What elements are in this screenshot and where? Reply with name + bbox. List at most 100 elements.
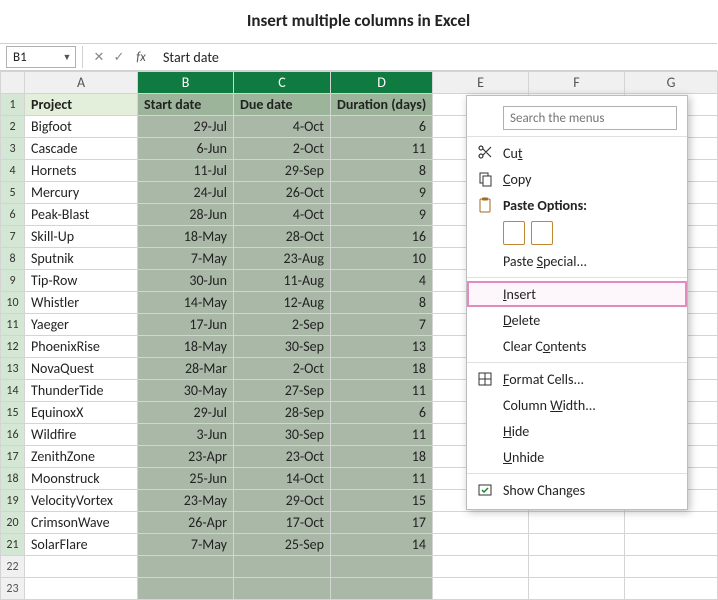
menu-column-width[interactable]: Column Width... xyxy=(467,392,687,418)
cell[interactable]: 25-Jun xyxy=(138,468,234,490)
cell[interactable] xyxy=(234,578,331,600)
cell[interactable]: VelocityVortex xyxy=(25,490,138,512)
cell[interactable]: 7 xyxy=(331,314,433,336)
cell[interactable] xyxy=(529,534,625,556)
cell[interactable]: 6 xyxy=(331,116,433,138)
cell[interactable]: 6 xyxy=(331,402,433,424)
row-header[interactable]: 13 xyxy=(1,358,25,380)
menu-format-cells[interactable]: Format Cells... xyxy=(467,366,687,392)
cell[interactable]: 9 xyxy=(331,204,433,226)
paste-keep-source-icon[interactable] xyxy=(531,221,553,245)
row-header[interactable]: 8 xyxy=(1,248,25,270)
row-header[interactable]: 11 xyxy=(1,314,25,336)
menu-cut[interactable]: Cut xyxy=(467,140,687,166)
cell[interactable] xyxy=(625,578,718,600)
row-header[interactable]: 7 xyxy=(1,226,25,248)
cell[interactable] xyxy=(25,556,138,578)
cell[interactable] xyxy=(529,578,625,600)
cell[interactable] xyxy=(625,534,718,556)
row-header[interactable]: 19 xyxy=(1,490,25,512)
cell[interactable]: SolarFlare xyxy=(25,534,138,556)
cell[interactable]: 26-Apr xyxy=(138,512,234,534)
row-header[interactable]: 2 xyxy=(1,116,25,138)
cell[interactable]: ThunderTide xyxy=(25,380,138,402)
row-header[interactable]: 12 xyxy=(1,336,25,358)
row-header[interactable]: 1 xyxy=(1,94,25,116)
cell[interactable]: 12-Aug xyxy=(234,292,331,314)
cell[interactable]: 26-Oct xyxy=(234,182,331,204)
menu-unhide[interactable]: Unhide xyxy=(467,444,687,470)
row-header[interactable]: 15 xyxy=(1,402,25,424)
cell[interactable]: 18 xyxy=(331,358,433,380)
row-header[interactable]: 17 xyxy=(1,446,25,468)
cell[interactable]: 30-Sep xyxy=(234,336,331,358)
cell[interactable] xyxy=(331,578,433,600)
cell[interactable]: 2-Oct xyxy=(234,358,331,380)
cell[interactable]: Bigfoot xyxy=(25,116,138,138)
cell[interactable]: Project xyxy=(25,94,138,116)
row-header[interactable]: 6 xyxy=(1,204,25,226)
name-box[interactable]: B1 ▼ xyxy=(6,46,76,68)
cell[interactable]: 24-Jul xyxy=(138,182,234,204)
cell[interactable]: 4-Oct xyxy=(234,204,331,226)
row-header[interactable]: 4 xyxy=(1,160,25,182)
cell[interactable] xyxy=(138,556,234,578)
column-header-E[interactable]: E xyxy=(433,72,529,94)
cell[interactable]: 27-Sep xyxy=(234,380,331,402)
cell[interactable]: 30-May xyxy=(138,380,234,402)
cell[interactable]: 29-Oct xyxy=(234,490,331,512)
cell[interactable]: 29-Jul xyxy=(138,402,234,424)
cell[interactable] xyxy=(234,556,331,578)
cell[interactable]: 15 xyxy=(331,490,433,512)
formula-bar[interactable]: Start date xyxy=(153,49,717,66)
chevron-down-icon[interactable]: ▼ xyxy=(59,47,75,67)
cell[interactable]: Tip-Row xyxy=(25,270,138,292)
cell[interactable]: Moonstruck xyxy=(25,468,138,490)
cell[interactable]: 29-Jul xyxy=(138,116,234,138)
cell[interactable]: 17-Oct xyxy=(234,512,331,534)
menu-delete[interactable]: Delete xyxy=(467,307,687,333)
cell[interactable]: 11-Aug xyxy=(234,270,331,292)
cell[interactable]: 30-Jun xyxy=(138,270,234,292)
cell[interactable]: Duration (days) xyxy=(331,94,433,116)
cell[interactable]: 17 xyxy=(331,512,433,534)
cell[interactable]: 8 xyxy=(331,292,433,314)
cell[interactable]: 11 xyxy=(331,138,433,160)
cell[interactable]: 3-Jun xyxy=(138,424,234,446)
cell[interactable]: 25-Sep xyxy=(234,534,331,556)
menu-hide[interactable]: Hide xyxy=(467,418,687,444)
cell[interactable]: 11 xyxy=(331,468,433,490)
cell[interactable] xyxy=(625,512,718,534)
cell[interactable]: Start date xyxy=(138,94,234,116)
row-header[interactable]: 21 xyxy=(1,534,25,556)
cell[interactable] xyxy=(25,578,138,600)
cell[interactable]: 2-Oct xyxy=(234,138,331,160)
menu-insert[interactable]: Insert xyxy=(467,281,687,307)
row-header[interactable]: 20 xyxy=(1,512,25,534)
cell[interactable]: ZenithZone xyxy=(25,446,138,468)
cell[interactable] xyxy=(433,534,529,556)
cell[interactable] xyxy=(138,578,234,600)
column-header-D[interactable]: D xyxy=(331,72,433,94)
cell[interactable]: 18-May xyxy=(138,226,234,248)
cell[interactable]: 18 xyxy=(331,446,433,468)
menu-copy[interactable]: Copy xyxy=(467,166,687,192)
cell[interactable] xyxy=(433,578,529,600)
cell[interactable]: 30-Sep xyxy=(234,424,331,446)
menu-search-input[interactable] xyxy=(503,106,677,130)
cell[interactable]: 14-May xyxy=(138,292,234,314)
cell[interactable]: 9 xyxy=(331,182,433,204)
cell[interactable]: 6-Jun xyxy=(138,138,234,160)
cell[interactable]: 17-Jun xyxy=(138,314,234,336)
column-header-C[interactable]: C xyxy=(234,72,331,94)
cell[interactable] xyxy=(529,512,625,534)
row-header[interactable]: 23 xyxy=(1,578,25,600)
cell[interactable]: 4-Oct xyxy=(234,116,331,138)
cell[interactable] xyxy=(625,556,718,578)
cell[interactable]: CrimsonWave xyxy=(25,512,138,534)
cell[interactable]: 28-Jun xyxy=(138,204,234,226)
select-all-corner[interactable] xyxy=(1,72,25,94)
cell[interactable]: Cascade xyxy=(25,138,138,160)
cell[interactable]: PhoenixRise xyxy=(25,336,138,358)
cell[interactable]: 8 xyxy=(331,160,433,182)
